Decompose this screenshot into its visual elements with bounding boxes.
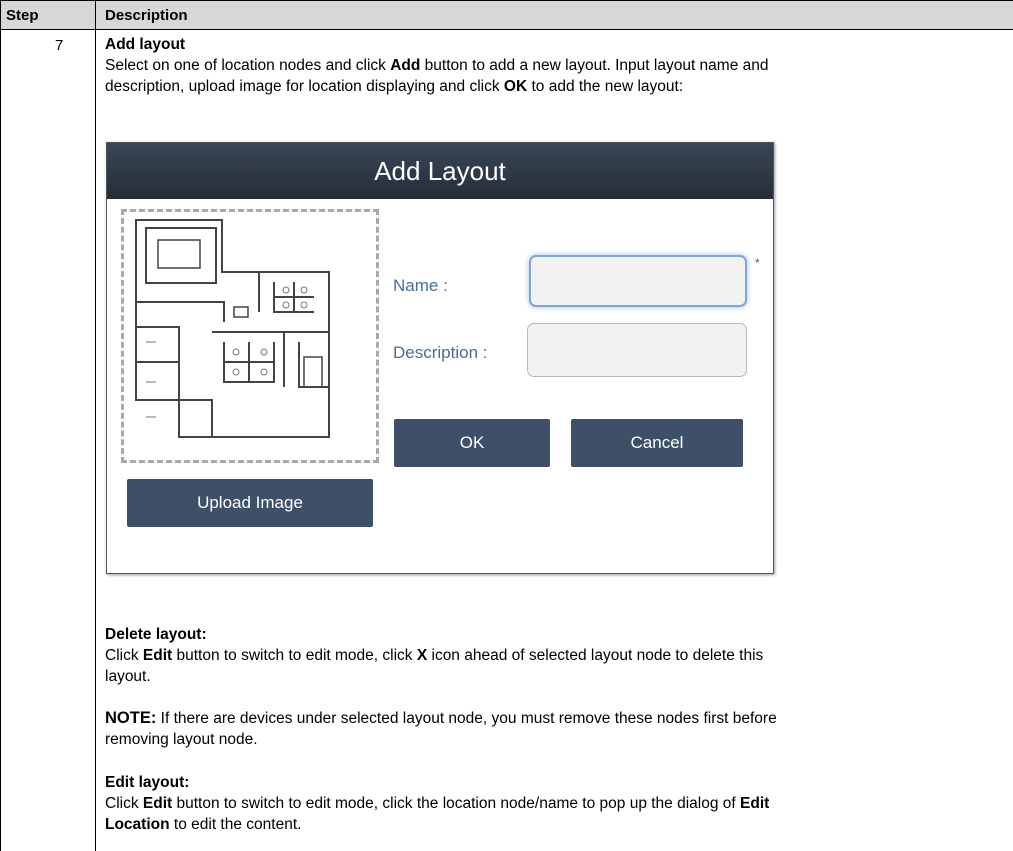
ok-keyword: OK (503, 78, 528, 95)
note-label: NOTE: (105, 709, 157, 727)
cancel-button[interactable]: Cancel (571, 419, 743, 467)
floor-plan-image (121, 209, 379, 463)
procedure-table: Step Description 7 Add layout Select on … (0, 0, 1013, 851)
add-layout-dialog: Add Layout Name: * Description: OK Can… (106, 142, 774, 574)
required-mark: * (755, 256, 760, 270)
add-layout-line2: description, upload image for location d… (105, 78, 684, 95)
step-column-header: Step (6, 7, 39, 24)
name-input[interactable] (529, 255, 747, 307)
column-divider (95, 0, 96, 851)
delete-layout-line1: Click Edit button to switch to edit mode… (105, 647, 764, 664)
delete-layout-heading: Delete layout: (105, 626, 207, 643)
edit-layout-line2: Location to edit the content. (105, 816, 302, 833)
table-header: Step Description (0, 0, 1013, 30)
dialog-title: Add Layout (107, 143, 773, 199)
add-layout-heading: Add layout (105, 36, 186, 53)
description-column-header: Description (105, 7, 188, 24)
description-label: Description : (393, 343, 488, 362)
edit-layout-heading: Edit layout: (105, 774, 190, 791)
description-input[interactable] (527, 323, 747, 377)
name-label: Name : (393, 276, 448, 295)
note-line1: NOTE: If there are devices under selecte… (105, 709, 777, 727)
note-line2: removing layout node. (105, 731, 258, 748)
add-keyword: Add (390, 57, 421, 74)
ok-button[interactable]: OK (394, 419, 550, 467)
delete-layout-line2: layout. (105, 668, 151, 685)
add-layout-line1: Select on one of location nodes and clic… (105, 57, 769, 74)
table-left-border (0, 0, 1, 851)
edit-layout-line1: Click Edit button to switch to edit mode… (105, 795, 770, 812)
upload-image-button[interactable]: Upload Image (127, 479, 373, 527)
step-number: 7 (55, 37, 64, 54)
floor-plan-drawing (135, 219, 330, 438)
